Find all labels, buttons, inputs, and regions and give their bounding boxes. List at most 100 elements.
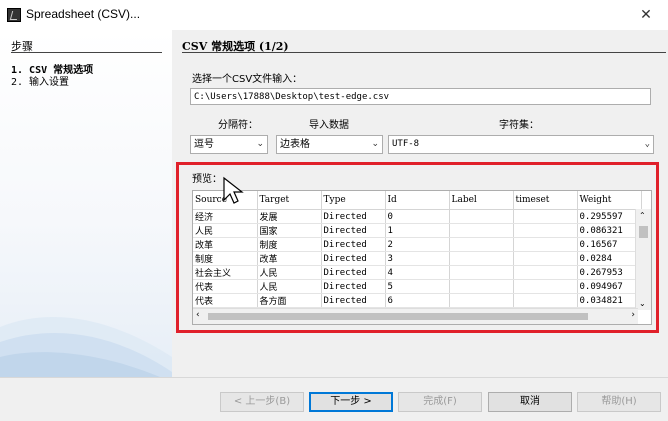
table-cell: Directed [321, 209, 386, 224]
scroll-left-icon[interactable]: ‹ [196, 310, 200, 320]
file-path-field[interactable]: C:\Users\17888\Desktop\test-edge.csv [190, 88, 651, 105]
app-icon [7, 8, 21, 22]
table-row: 代表 人民 Directed 5 0.094967 [193, 279, 642, 294]
table-row: 改革 制度 Directed 2 0.16567 [193, 237, 642, 252]
decorative-swoosh [0, 317, 172, 377]
table-cell [449, 251, 514, 266]
chevron-down-icon: ⌄ [371, 139, 379, 149]
table-cell: 6 [385, 293, 450, 308]
step-2-label: 2. 输入设置 [11, 77, 70, 88]
table-cell [513, 209, 578, 224]
table-row: 人民 国家 Directed 1 0.086321 [193, 223, 642, 238]
table-cell: 0.0284 [577, 251, 642, 266]
scroll-up-icon[interactable]: ⌃ [639, 211, 646, 220]
table-row: 代表 各方面 Directed 6 0.034821 [193, 293, 642, 308]
scroll-right-icon[interactable]: › [631, 310, 635, 320]
scroll-thumb[interactable] [639, 226, 648, 238]
table-cell: 3 [385, 251, 450, 266]
table-cell: 改革 [257, 251, 322, 266]
steps-panel: 步骤 1. CSV 常规选项 2. 输入设置 [0, 30, 172, 377]
table-cell: 0.094967 [577, 279, 642, 294]
column-header[interactable]: Label [449, 191, 514, 210]
separator-select[interactable]: 逗号 ⌄ [190, 135, 268, 154]
table-cell: Directed [321, 293, 386, 308]
scroll-down-icon[interactable]: ⌄ [639, 299, 646, 308]
charset-value: UTF-8 [392, 139, 420, 149]
import-data-select[interactable]: 边表格 ⌄ [276, 135, 383, 154]
separator-label: 分隔符： [218, 120, 258, 131]
table-header-row: Source Target Type Id Label timeset Weig… [193, 191, 642, 210]
preview-label: 预览： [192, 174, 222, 185]
table-cell: Directed [321, 265, 386, 280]
table-cell: Directed [321, 237, 386, 252]
table-row: 社会主义 人民 Directed 4 0.267953 [193, 265, 642, 280]
table-cell: 国家 [257, 223, 322, 238]
column-header[interactable]: Type [321, 191, 386, 210]
table-cell [513, 293, 578, 308]
table-cell: 各方面 [257, 293, 322, 308]
table-cell [449, 293, 514, 308]
finish-button[interactable]: 完成(F) [398, 392, 482, 412]
table-cell [449, 209, 514, 224]
table-cell: 代表 [193, 279, 258, 294]
table-cell: 0.034821 [577, 293, 642, 308]
table-cell: 0.295597 [577, 209, 642, 224]
main-panel: CSV 常规选项 (1/2) 选择一个CSV文件输入： C:\Users\178… [172, 30, 668, 377]
table-cell: 0 [385, 209, 450, 224]
table-cell: 制度 [193, 251, 258, 266]
vertical-scrollbar[interactable]: ⌃ ⌄ [635, 209, 651, 310]
table-cell: 人民 [193, 223, 258, 238]
help-button[interactable]: 帮助(H) [577, 392, 661, 412]
table-cell [513, 265, 578, 280]
window-title: Spreadsheet (CSV)... [26, 7, 141, 21]
table-cell: Directed [321, 279, 386, 294]
column-header[interactable]: Weight [577, 191, 642, 210]
steps-divider [11, 52, 162, 53]
table-cell: 社会主义 [193, 265, 258, 280]
close-button[interactable]: ✕ [634, 4, 658, 26]
table-cell: 改革 [193, 237, 258, 252]
charset-label: 字符集： [499, 120, 539, 131]
table-cell [513, 223, 578, 238]
back-button[interactable]: < 上一步(B) [220, 392, 304, 412]
table-cell: 0.267953 [577, 265, 642, 280]
separator-value: 逗号 [194, 139, 214, 150]
table-cell: 制度 [257, 237, 322, 252]
file-prompt: 选择一个CSV文件输入： [192, 74, 303, 85]
table-cell: 4 [385, 265, 450, 280]
table-cell [449, 279, 514, 294]
title-divider [182, 52, 666, 53]
mouse-pointer-icon [223, 176, 244, 204]
footer-divider [0, 377, 668, 378]
table-cell [513, 237, 578, 252]
table-cell: 经济 [193, 209, 258, 224]
title-bar: Spreadsheet (CSV)... ✕ [0, 0, 668, 30]
scroll-thumb[interactable] [208, 313, 588, 320]
table-cell: 0.16567 [577, 237, 642, 252]
table-row: 经济 发展 Directed 0 0.295597 [193, 209, 642, 224]
column-header[interactable]: Id [385, 191, 450, 210]
charset-select[interactable]: UTF-8 ⌄ [388, 135, 654, 154]
table-cell: 代表 [193, 293, 258, 308]
cancel-button[interactable]: 取消 [488, 392, 572, 412]
import-data-label: 导入数据 [309, 120, 349, 131]
import-data-value: 边表格 [280, 139, 310, 150]
table-cell: 1 [385, 223, 450, 238]
next-button[interactable]: 下一步 > [309, 392, 393, 412]
table-cell [513, 251, 578, 266]
table-cell: 人民 [257, 279, 322, 294]
table-cell: 发展 [257, 209, 322, 224]
horizontal-scrollbar[interactable]: ‹ › [193, 308, 638, 324]
table-cell [513, 279, 578, 294]
chevron-down-icon: ⌄ [644, 139, 650, 149]
table-cell: Directed [321, 251, 386, 266]
column-header[interactable]: Target [257, 191, 322, 210]
table-cell: 0.086321 [577, 223, 642, 238]
table-row: 制度 改革 Directed 3 0.0284 [193, 251, 642, 266]
table-cell: 5 [385, 279, 450, 294]
table-cell: 2 [385, 237, 450, 252]
table-cell [449, 265, 514, 280]
column-header[interactable]: timeset [513, 191, 578, 210]
preview-table[interactable]: Source Target Type Id Label timeset Weig… [192, 190, 652, 325]
table-cell: Directed [321, 223, 386, 238]
